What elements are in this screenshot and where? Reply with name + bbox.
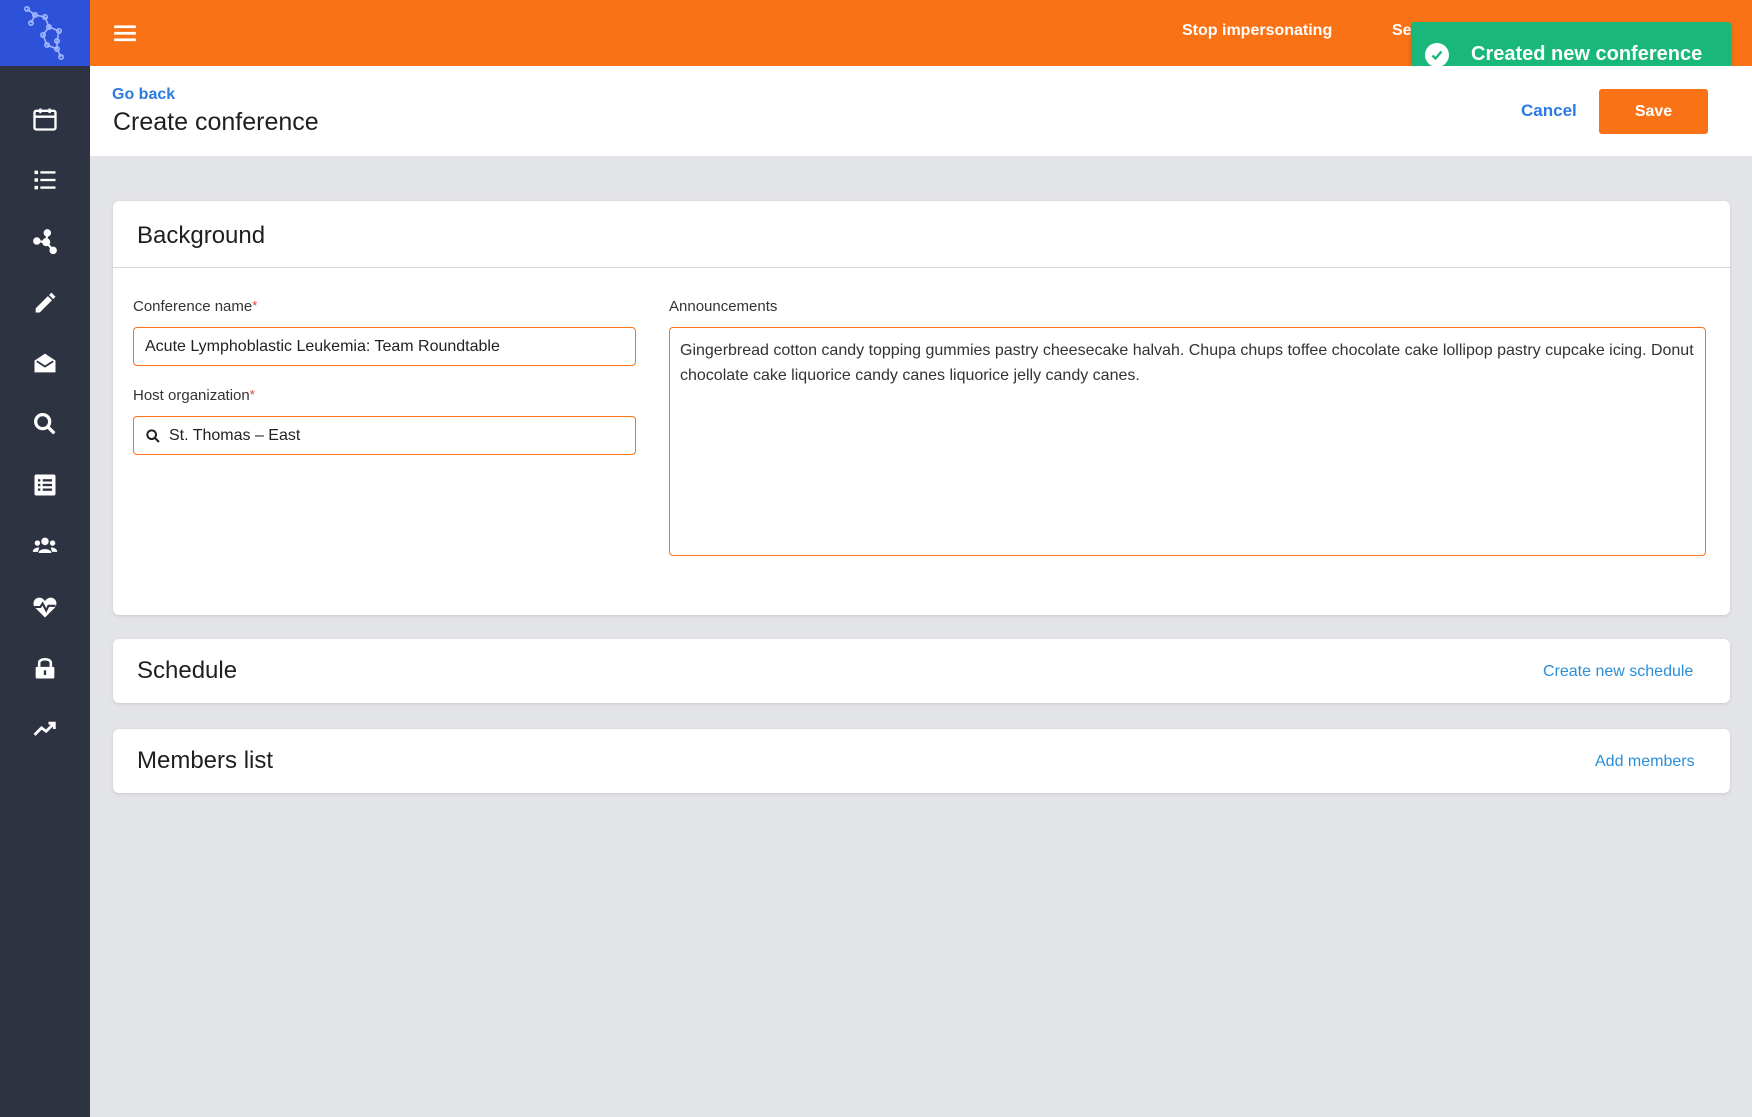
lock-icon [35, 657, 55, 679]
trending-up-icon [33, 721, 56, 736]
go-back-link[interactable]: Go back [112, 86, 175, 104]
conference-name-field[interactable]: Acute Lymphoblastic Leukemia: Team Round… [133, 327, 636, 366]
mail-open-icon [34, 353, 56, 373]
stop-impersonating-link[interactable]: Stop impersonating [1182, 22, 1332, 40]
pencil-icon [35, 292, 56, 313]
cancel-button[interactable]: Cancel [1521, 101, 1577, 121]
calendar-icon [33, 108, 57, 131]
heart-pulse-icon [33, 597, 57, 618]
add-members-link[interactable]: Add members [1595, 753, 1695, 771]
app-logo[interactable] [0, 0, 90, 66]
sidebar-item-security[interactable] [0, 643, 90, 693]
sidebar-item-network[interactable] [0, 216, 90, 266]
schedule-card: Schedule Create new schedule [113, 639, 1730, 703]
host-organization-field[interactable]: St. Thomas – East [133, 416, 636, 455]
sidebar-item-documents[interactable] [0, 460, 90, 510]
toast-message: Created new conference [1471, 43, 1703, 65]
schedule-title: Schedule [137, 657, 238, 684]
conference-name-label: Conference name* [133, 298, 258, 315]
check-circle-icon [1425, 42, 1449, 67]
molecule-logo-icon [23, 5, 64, 60]
announcements-textarea[interactable]: Gingerbread cotton candy topping gummies… [669, 327, 1706, 556]
search-icon [34, 413, 56, 435]
announcements-label: Announcements [669, 298, 778, 315]
sidebar-item-calendar[interactable] [0, 94, 90, 144]
search-icon [146, 428, 160, 443]
network-icon [33, 229, 57, 255]
background-divider [113, 267, 1730, 268]
page-header: Go back Create conference Cancel Save [90, 66, 1752, 156]
host-organization-value: St. Thomas – East [169, 426, 301, 444]
sidebar-item-edit[interactable] [0, 277, 90, 327]
users-icon [32, 537, 58, 553]
topbar-truncated-link[interactable]: Se [1392, 22, 1412, 40]
sidebar-item-users[interactable] [0, 521, 90, 571]
members-title: Members list [137, 747, 274, 774]
create-new-schedule-link[interactable]: Create new schedule [1543, 663, 1693, 681]
sidebar-item-mail[interactable] [0, 338, 90, 388]
save-button[interactable]: Save [1599, 89, 1708, 134]
list-icon [34, 170, 56, 190]
sidebar-item-list[interactable] [0, 155, 90, 205]
background-card: Background Conference name* Acute Lympho… [113, 201, 1730, 615]
background-title: Background [137, 222, 266, 249]
host-organization-label: Host organization* [133, 387, 255, 404]
page-title: Create conference [113, 108, 319, 136]
hamburger-icon[interactable] [112, 20, 138, 46]
members-card: Members list Add members [113, 729, 1730, 793]
sidebar-item-health[interactable] [0, 582, 90, 632]
sidebar [0, 0, 90, 1117]
document-list-icon [34, 474, 56, 496]
sidebar-item-analytics[interactable] [0, 704, 90, 754]
sidebar-item-search[interactable] [0, 399, 90, 449]
